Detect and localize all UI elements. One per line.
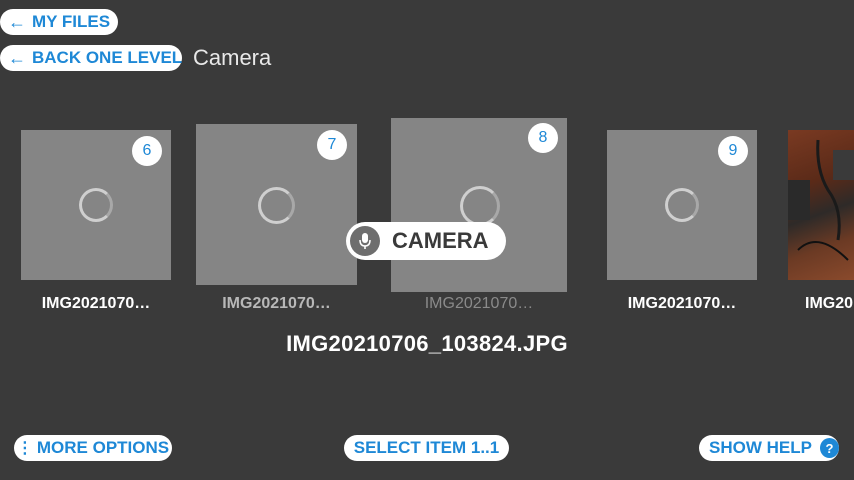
item-number-badge: 9 xyxy=(718,136,748,166)
more-vertical-icon: ⋮ xyxy=(16,440,33,457)
file-caption: IMG2021070… xyxy=(41,295,151,312)
photo-image xyxy=(788,139,854,261)
item-number-badge: 8 xyxy=(528,123,558,153)
select-item-label: SELECT ITEM 1..1 xyxy=(353,438,500,457)
file-caption: IMG2021070… xyxy=(627,295,737,312)
file-thumbnail-9[interactable]: 9 xyxy=(607,130,757,280)
loading-spinner-icon xyxy=(79,188,113,222)
microphone-icon xyxy=(350,226,380,256)
more-options-label: MORE OPTIONS xyxy=(36,438,170,457)
file-thumbnail-7[interactable]: 7 xyxy=(196,124,357,285)
file-thumbnail-6[interactable]: 6 xyxy=(21,130,171,280)
back-label: BACK ONE LEVEL xyxy=(32,48,183,67)
arrow-left-icon: ← xyxy=(8,48,26,68)
more-options-button[interactable]: ⋮ MORE OPTIONS xyxy=(14,435,172,461)
loading-spinner-icon xyxy=(460,186,500,226)
loading-spinner-icon xyxy=(665,188,699,222)
show-help-button[interactable]: SHOW HELP ? xyxy=(699,435,839,461)
item-number-badge: 7 xyxy=(317,130,347,160)
item-number-badge: 6 xyxy=(132,136,162,166)
my-files-button[interactable]: ← MY FILES xyxy=(0,9,118,35)
file-thumbnail-photo[interactable] xyxy=(788,130,854,280)
arrow-left-icon: ← xyxy=(8,12,26,32)
back-one-level-button[interactable]: ← BACK ONE LEVEL xyxy=(0,45,182,71)
my-files-label: MY FILES xyxy=(32,12,111,31)
file-caption: IMG2021070… xyxy=(222,295,331,312)
loading-spinner-icon xyxy=(258,187,295,224)
voice-command-label: CAMERA xyxy=(392,228,489,253)
file-caption: IMG20 xyxy=(805,295,854,312)
voice-command-indicator: CAMERA xyxy=(346,222,506,260)
selected-file-name: IMG20210706_103824.JPG xyxy=(286,331,568,356)
show-help-label: SHOW HELP xyxy=(709,438,812,457)
file-caption: IMG2021070… xyxy=(424,295,534,312)
help-icon: ? xyxy=(819,438,839,458)
file-thumbnail-8[interactable]: 8 xyxy=(391,118,567,292)
select-item-button[interactable]: SELECT ITEM 1..1 xyxy=(344,435,509,461)
folder-title: Camera xyxy=(193,45,272,70)
